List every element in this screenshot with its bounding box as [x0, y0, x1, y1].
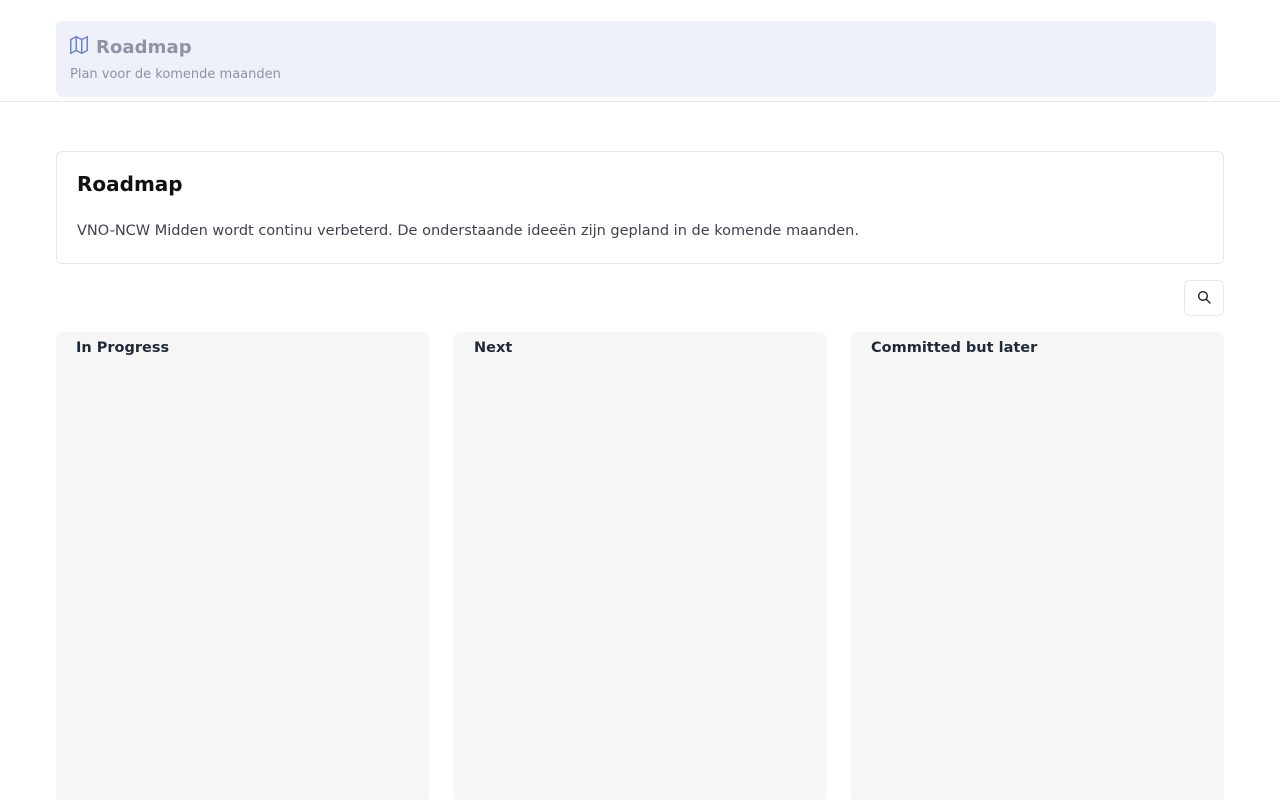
- intro-description: VNO-NCW Midden wordt continu verbeterd. …: [77, 223, 859, 239]
- column-title: Committed but later: [871, 340, 1038, 356]
- roadmap-column-in-progress: In Progress: [56, 332, 429, 800]
- page-header: Roadmap Plan voor de komende maanden: [56, 21, 1216, 97]
- roadmap-column-next: Next: [454, 332, 826, 800]
- column-title: Next: [474, 340, 513, 356]
- roadmap-column-committed-later: Committed but later: [851, 332, 1224, 800]
- search-icon: [1196, 289, 1212, 308]
- column-title: In Progress: [76, 340, 170, 356]
- header-subtitle: Plan voor de komende maanden: [70, 67, 281, 82]
- search-button[interactable]: [1184, 280, 1224, 316]
- top-bar: Roadmap Plan voor de komende maanden: [0, 0, 1280, 102]
- map-icon: [68, 34, 90, 60]
- page-title: Roadmap: [77, 172, 183, 196]
- intro-card: Roadmap VNO-NCW Midden wordt continu ver…: [56, 151, 1224, 264]
- header-title-row: Roadmap: [68, 35, 192, 59]
- header-title: Roadmap: [96, 36, 192, 58]
